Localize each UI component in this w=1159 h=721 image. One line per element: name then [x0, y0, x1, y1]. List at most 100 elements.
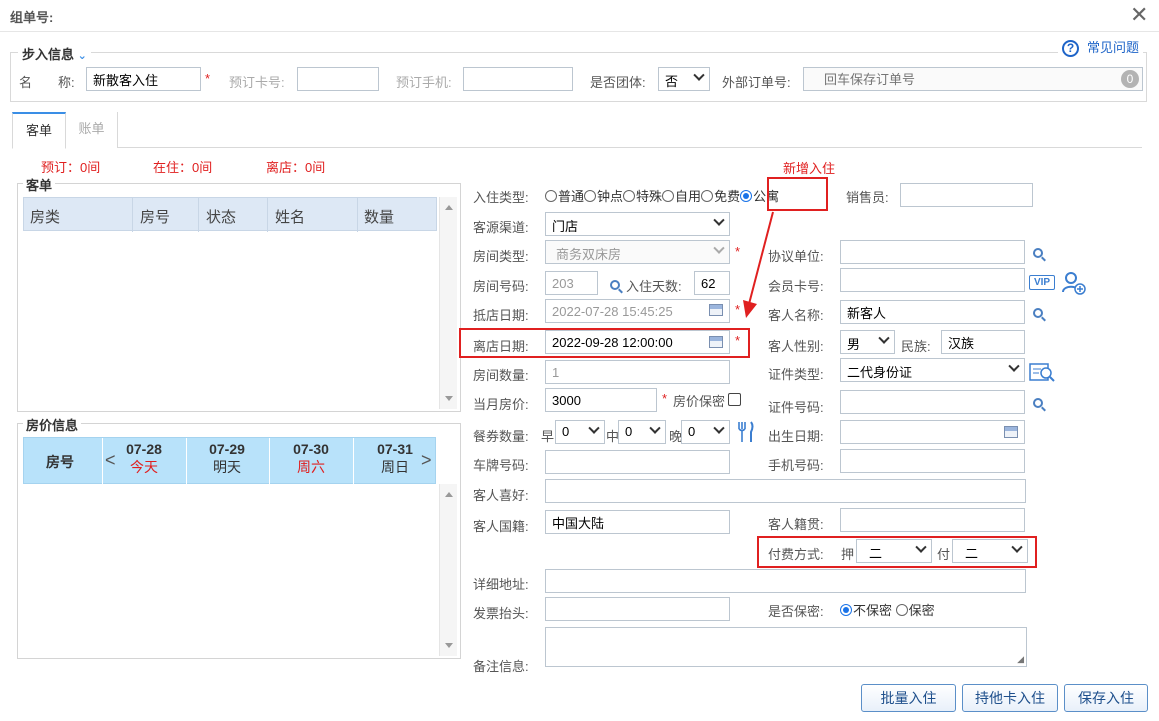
invoice-label: 发票抬头: [473, 606, 529, 621]
remark-textarea[interactable]: ◢ [545, 627, 1027, 667]
col-count: 数量 [364, 209, 395, 226]
radio-circle[interactable] [662, 190, 675, 202]
meal-breakfast-label: 早 [541, 429, 555, 444]
price-secret-checkbox[interactable] [728, 393, 741, 406]
card-no-input[interactable] [297, 67, 379, 91]
radio-circle[interactable] [701, 190, 714, 202]
radio-secret[interactable]: 保密 [895, 603, 935, 618]
plate-input[interactable] [545, 450, 730, 474]
birth-input[interactable] [840, 420, 1025, 444]
save-checkin-button[interactable]: 保存入住 [1064, 684, 1148, 712]
arrive-label: 抵店日期: [473, 308, 529, 323]
calendar-icon[interactable] [709, 336, 723, 348]
other-card-checkin-button[interactable]: 持他卡入住 [962, 684, 1058, 712]
resize-handle-icon[interactable]: ◢ [1017, 654, 1024, 665]
search-icon[interactable] [1033, 248, 1043, 258]
nationality-input[interactable] [545, 510, 730, 534]
seller-input[interactable] [900, 183, 1033, 207]
batch-checkin-button[interactable]: 批量入住 [861, 684, 956, 712]
name-input[interactable] [86, 67, 201, 91]
step-info-title: 步入信息 [22, 47, 75, 62]
ext-order-badge: 0 [1121, 70, 1139, 88]
radio-circle[interactable] [895, 604, 908, 616]
chevron-left-icon[interactable]: < [105, 450, 116, 471]
breakfast-select[interactable]: 0 [555, 420, 605, 444]
id-no-input[interactable] [840, 390, 1025, 414]
calendar-icon[interactable] [1004, 426, 1018, 438]
member-label: 会员卡号: [768, 279, 824, 294]
day-date: 07-28 [126, 441, 162, 457]
room-count-input[interactable] [545, 360, 730, 384]
search-icon[interactable] [1033, 398, 1043, 408]
guest-list-scrollbar[interactable] [439, 197, 457, 409]
deposit-select[interactable]: 二 [856, 539, 932, 563]
room-type-select[interactable]: 商务双床房 [545, 240, 730, 264]
hobby-input[interactable] [545, 479, 1026, 503]
radio-circle[interactable] [545, 190, 557, 202]
search-icon[interactable] [610, 280, 620, 290]
scroll-up-icon[interactable] [445, 492, 453, 497]
radio-circle[interactable] [584, 190, 597, 202]
chevron-down-icon [713, 422, 725, 434]
vip-icon[interactable]: VIP [1029, 275, 1055, 290]
radio-special[interactable]: 特殊 [623, 189, 662, 204]
fork-knife-icon[interactable] [736, 421, 756, 443]
deposit-value: 二 [869, 546, 883, 561]
chevron-down-icon [713, 242, 725, 254]
address-input[interactable] [545, 569, 1026, 593]
guest-name-input[interactable] [840, 300, 1025, 324]
secret-label: 是否保密: [768, 604, 824, 619]
source-select[interactable]: 门店 [545, 212, 730, 236]
price-info-scrollbar[interactable] [439, 484, 457, 656]
radio-hourly[interactable]: 钟点 [584, 189, 623, 204]
chevron-down-icon [693, 69, 705, 81]
help-link[interactable]: ? 常见问题 [1058, 37, 1144, 57]
id-type-select[interactable]: 二代身份证 [840, 358, 1025, 382]
calendar-icon[interactable] [709, 304, 723, 316]
arrive-input[interactable] [545, 299, 730, 323]
monthly-price-input[interactable] [545, 388, 657, 412]
radio-free[interactable]: 免费 [701, 189, 740, 204]
room-count-label: 房间数量: [473, 368, 529, 383]
pay-select[interactable]: 二 [952, 539, 1028, 563]
day-date: 07-31 [377, 441, 413, 457]
close-icon[interactable]: ✕ [1130, 2, 1148, 28]
group-select[interactable]: 否 [658, 67, 710, 91]
radio-not-secret[interactable]: 不保密 [840, 603, 892, 618]
room-no-input[interactable] [545, 271, 598, 295]
native-input[interactable] [840, 508, 1025, 532]
days-input[interactable] [694, 271, 730, 295]
dinner-select[interactable]: 0 [681, 420, 730, 444]
radio-circle-selected[interactable] [840, 604, 852, 616]
tab-guest[interactable]: 客单 [12, 112, 66, 149]
day-date: 07-29 [209, 441, 245, 457]
radio-circle-selected[interactable] [740, 190, 753, 202]
invoice-input[interactable] [545, 597, 730, 621]
ethnic-input[interactable] [941, 330, 1025, 354]
button-label: 保存入住 [1078, 690, 1134, 706]
scroll-down-icon[interactable] [445, 396, 453, 401]
scroll-up-icon[interactable] [445, 205, 453, 210]
add-user-icon[interactable] [1061, 270, 1087, 296]
tab-bill[interactable]: 账单 [66, 112, 118, 148]
radio-circle[interactable] [623, 190, 636, 202]
id-no-label: 证件号码: [768, 400, 824, 415]
chevron-right-icon[interactable]: > [421, 450, 432, 471]
phone-input[interactable] [463, 67, 573, 91]
lunch-select[interactable]: 0 [618, 420, 666, 444]
radio-self-use[interactable]: 自用 [662, 189, 701, 204]
ext-order-input[interactable] [803, 67, 1143, 91]
chevron-double-down-icon[interactable]: ⌄ [78, 50, 87, 62]
radio-normal[interactable]: 普通 [545, 189, 584, 204]
required-star: * [735, 302, 741, 317]
step-info-legend[interactable]: 步入信息 ⌄ [18, 44, 91, 63]
id-reader-icon[interactable] [1029, 363, 1056, 382]
scroll-down-icon[interactable] [445, 643, 453, 648]
agreement-input[interactable] [840, 240, 1025, 264]
depart-input[interactable] [545, 330, 730, 354]
gender-select[interactable]: 男 [840, 330, 895, 354]
search-icon[interactable] [1033, 308, 1043, 318]
mobile-input[interactable] [840, 449, 1025, 473]
member-input[interactable] [840, 268, 1025, 292]
highlight-apartment [767, 177, 828, 211]
